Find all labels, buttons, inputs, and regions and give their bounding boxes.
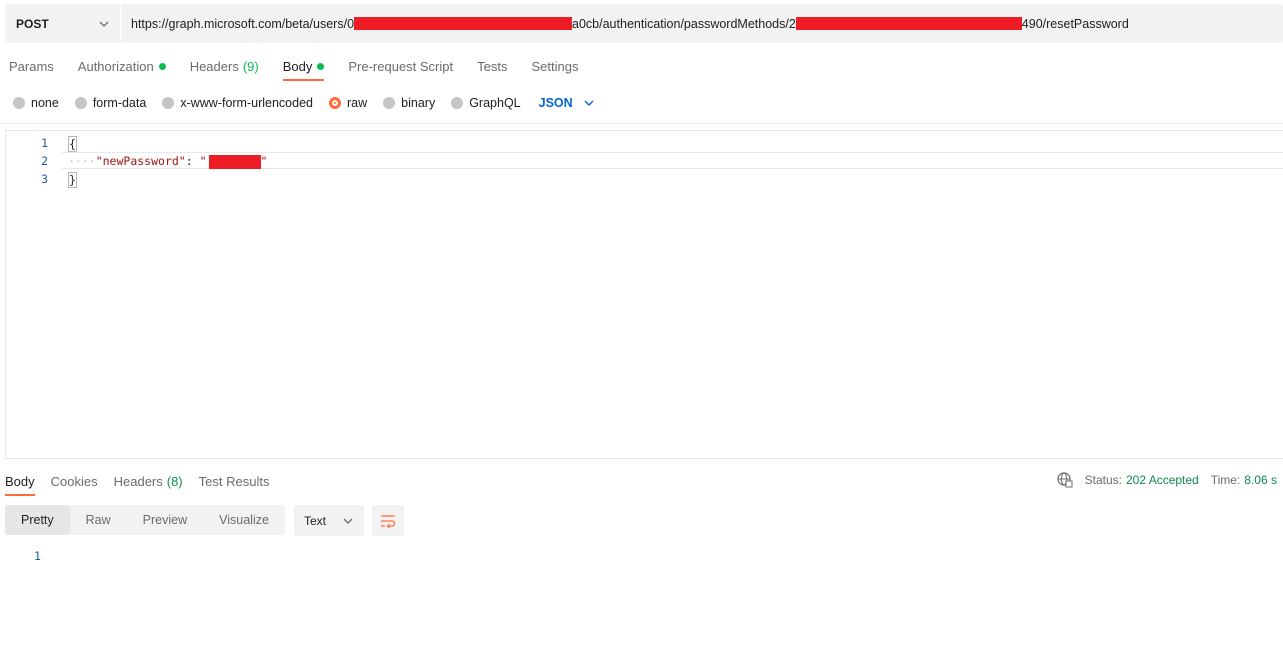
radio-circle-icon — [162, 97, 175, 109]
radio-label: form-data — [92, 96, 147, 110]
response-status: Status: 202 Accepted Time: 8.06 s — [1057, 472, 1277, 488]
language-select[interactable]: JSON — [539, 96, 595, 110]
view-mode-group: Pretty Raw Preview Visualize — [5, 505, 285, 535]
json-colon: : — [185, 154, 200, 168]
tab-tests[interactable]: Tests — [477, 57, 507, 80]
tab-label: Params — [9, 59, 54, 74]
url-input[interactable]: https://graph.microsoft.com/beta/users/0… — [121, 4, 1283, 43]
tab-label: Authorization — [77, 59, 154, 74]
close-brace: } — [68, 172, 77, 188]
radio-x-www-form-urlencoded[interactable]: x-www-form-urlencoded — [162, 96, 313, 110]
url-text-part3: 490/resetPassword — [1021, 16, 1129, 31]
radio-label: none — [31, 96, 59, 110]
tab-cookies[interactable]: Cookies — [51, 472, 98, 495]
tab-response-headers[interactable]: Headers (8) — [114, 472, 183, 495]
json-key: "newPassword" — [95, 154, 186, 168]
response-tabs: Body Cookies Headers (8) Test Results — [5, 472, 285, 496]
tab-body[interactable]: Body — [282, 57, 325, 81]
radio-label: raw — [347, 96, 368, 110]
radio-binary[interactable]: binary — [383, 96, 435, 110]
tab-response-body[interactable]: Body — [5, 472, 35, 496]
method-label: POST — [16, 16, 49, 31]
tab-settings[interactable]: Settings — [531, 57, 578, 80]
tab-label: Pre-request Script — [348, 59, 454, 74]
code-line: { — [68, 136, 77, 152]
body-type-options: none form-data x-www-form-urlencoded raw… — [13, 93, 595, 113]
time-label: Time: — [1210, 473, 1241, 487]
line-number: 1 — [41, 136, 48, 150]
tab-label: Headers — [189, 59, 239, 74]
tab-params[interactable]: Params — [9, 57, 54, 80]
quote-close: " — [260, 154, 268, 168]
wrap-lines-button[interactable] — [372, 505, 404, 536]
url-text-part1: https://graph.microsoft.com/beta/users/0 — [131, 16, 355, 31]
radio-label: x-www-form-urlencoded — [180, 96, 313, 110]
url-text-part2: a0cb/authentication/passwordMethods/2 — [572, 16, 796, 31]
code-line: ····"newPassword": " " — [68, 154, 267, 169]
indent-whitespace: ···· — [68, 154, 96, 168]
line-number: 2 — [41, 154, 48, 168]
chevron-down-icon — [584, 100, 594, 106]
view-raw-button[interactable]: Raw — [70, 505, 127, 535]
tab-label: Tests — [477, 59, 508, 74]
tab-pre-request-script[interactable]: Pre-request Script — [348, 57, 453, 80]
redaction-block — [795, 17, 1022, 30]
radio-raw[interactable]: raw — [329, 96, 367, 110]
response-line-number: 1 — [34, 549, 41, 563]
radio-circle-icon — [451, 97, 464, 109]
status-value[interactable]: 202 Accepted — [1126, 473, 1199, 487]
radio-none[interactable]: none — [13, 96, 59, 110]
tab-count: (9) — [242, 59, 259, 74]
tab-label: Test Results — [198, 474, 270, 489]
radio-circle-icon — [13, 97, 25, 109]
radio-label: GraphQL — [469, 96, 521, 110]
radio-label: binary — [401, 96, 436, 110]
divider — [0, 123, 1283, 124]
status-dot-icon — [317, 63, 325, 70]
tab-label: Body — [5, 474, 35, 489]
redaction-block — [354, 17, 573, 30]
view-pretty-button[interactable]: Pretty — [5, 505, 70, 535]
tab-label: Cookies — [50, 474, 98, 489]
tab-headers[interactable]: Headers (9) — [190, 57, 259, 80]
url-bar: POST https://graph.microsoft.com/beta/us… — [5, 4, 1283, 43]
radio-circle-icon — [383, 97, 396, 109]
wrap-lines-icon — [381, 514, 396, 528]
chevron-down-icon — [99, 21, 109, 27]
globe-network-icon[interactable] — [1057, 472, 1073, 488]
status-dot-icon — [158, 63, 166, 70]
quote-open: " — [199, 154, 207, 168]
request-tabs: Params Authorization Headers (9) Body Pre… — [9, 57, 602, 81]
method-select[interactable]: POST — [5, 4, 121, 43]
line-number: 3 — [41, 172, 48, 186]
tab-label: Body — [282, 59, 313, 74]
view-preview-button[interactable]: Preview — [127, 505, 203, 535]
format-label: Text — [304, 513, 327, 528]
code-line: } — [68, 172, 77, 188]
view-visualize-button[interactable]: Visualize — [203, 505, 285, 535]
request-body-editor[interactable]: 1 2 3 { ····"newPassword": " " } — [5, 130, 1283, 459]
radio-graphql[interactable]: GraphQL — [451, 96, 521, 110]
radio-selected-icon — [329, 97, 341, 109]
tab-label: Settings — [531, 59, 579, 74]
chevron-down-icon — [343, 518, 353, 524]
tab-authorization[interactable]: Authorization — [78, 57, 166, 80]
format-select[interactable]: Text — [294, 505, 364, 536]
tab-label: Headers — [113, 474, 163, 489]
tab-test-results[interactable]: Test Results — [199, 472, 270, 495]
radio-circle-icon — [74, 97, 87, 109]
radio-form-data[interactable]: form-data — [74, 96, 147, 110]
redaction-block — [208, 154, 261, 169]
language-label: JSON — [538, 96, 573, 110]
open-brace: { — [68, 136, 77, 152]
time-value[interactable]: 8.06 s — [1244, 473, 1277, 487]
status-label: Status: — [1084, 473, 1122, 487]
tab-count: (8) — [166, 474, 183, 489]
